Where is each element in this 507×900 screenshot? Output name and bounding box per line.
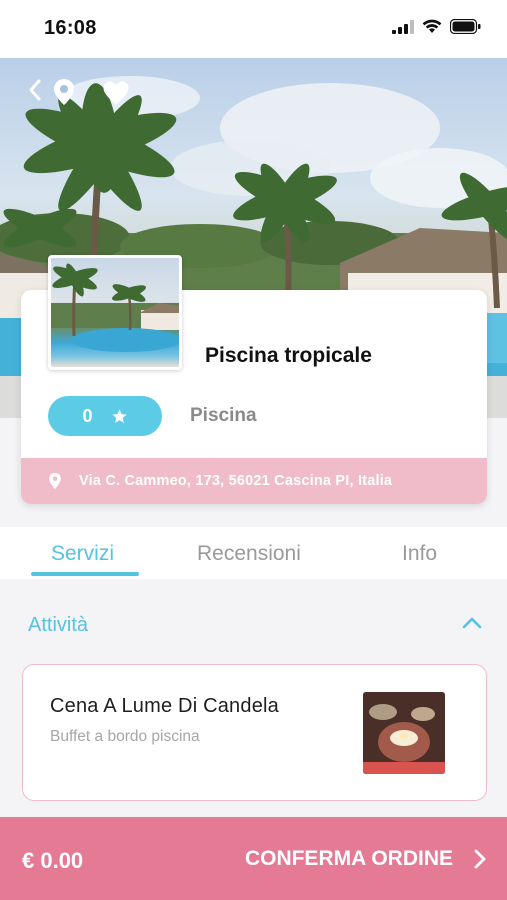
- place-category: Piscina: [190, 405, 257, 426]
- section-header[interactable]: Attività: [0, 600, 507, 650]
- tab-info[interactable]: Info: [402, 542, 437, 566]
- activity-image: [363, 692, 445, 774]
- rating-badge[interactable]: 0: [48, 396, 162, 436]
- thumbnail-scene: [51, 263, 179, 352]
- wifi-icon: [422, 19, 442, 33]
- star-icon: [111, 408, 127, 423]
- tab-servizi[interactable]: Servizi: [51, 542, 114, 566]
- address-bar[interactable]: Via C. Cammeo, 173, 56021 Cascina PI, It…: [21, 458, 487, 504]
- signal-icon: [392, 19, 414, 34]
- section-title: Attività: [28, 614, 89, 636]
- candle-scene: [363, 692, 445, 774]
- rating-value: 0: [82, 405, 93, 426]
- battery-icon: [450, 19, 481, 34]
- status-icons: [392, 19, 481, 34]
- status-bar: 16:08: [0, 0, 507, 58]
- status-time: 16:08: [44, 17, 97, 39]
- chevron-up-icon[interactable]: [461, 616, 483, 630]
- active-tab-indicator: [31, 572, 139, 576]
- chevron-right-icon: [474, 849, 486, 869]
- place-thumbnail: [48, 255, 182, 370]
- order-bar: € 0.00 CONFERMA ORDINE: [0, 817, 507, 900]
- confirm-order-button[interactable]: CONFERMA ORDINE: [245, 847, 487, 871]
- location-pin-icon: [54, 79, 74, 105]
- location-pin-icon: [49, 472, 61, 490]
- order-total: € 0.00: [22, 848, 84, 873]
- heart-icon: [103, 81, 129, 104]
- activity-item[interactable]: Cena A Lume Di Candela Buffet a bordo pi…: [22, 664, 487, 801]
- activity-subtitle: Buffet a bordo piscina: [50, 728, 200, 745]
- tab-bar: Servizi Recensioni Info: [0, 527, 507, 579]
- address-text: Via C. Cammeo, 173, 56021 Cascina PI, It…: [79, 473, 393, 489]
- tab-recensioni[interactable]: Recensioni: [197, 542, 301, 566]
- confirm-order-label: CONFERMA ORDINE: [244, 847, 453, 870]
- back-icon: [29, 79, 41, 101]
- place-name: Piscina tropicale: [205, 344, 372, 367]
- activity-title: Cena A Lume Di Candela: [50, 695, 279, 717]
